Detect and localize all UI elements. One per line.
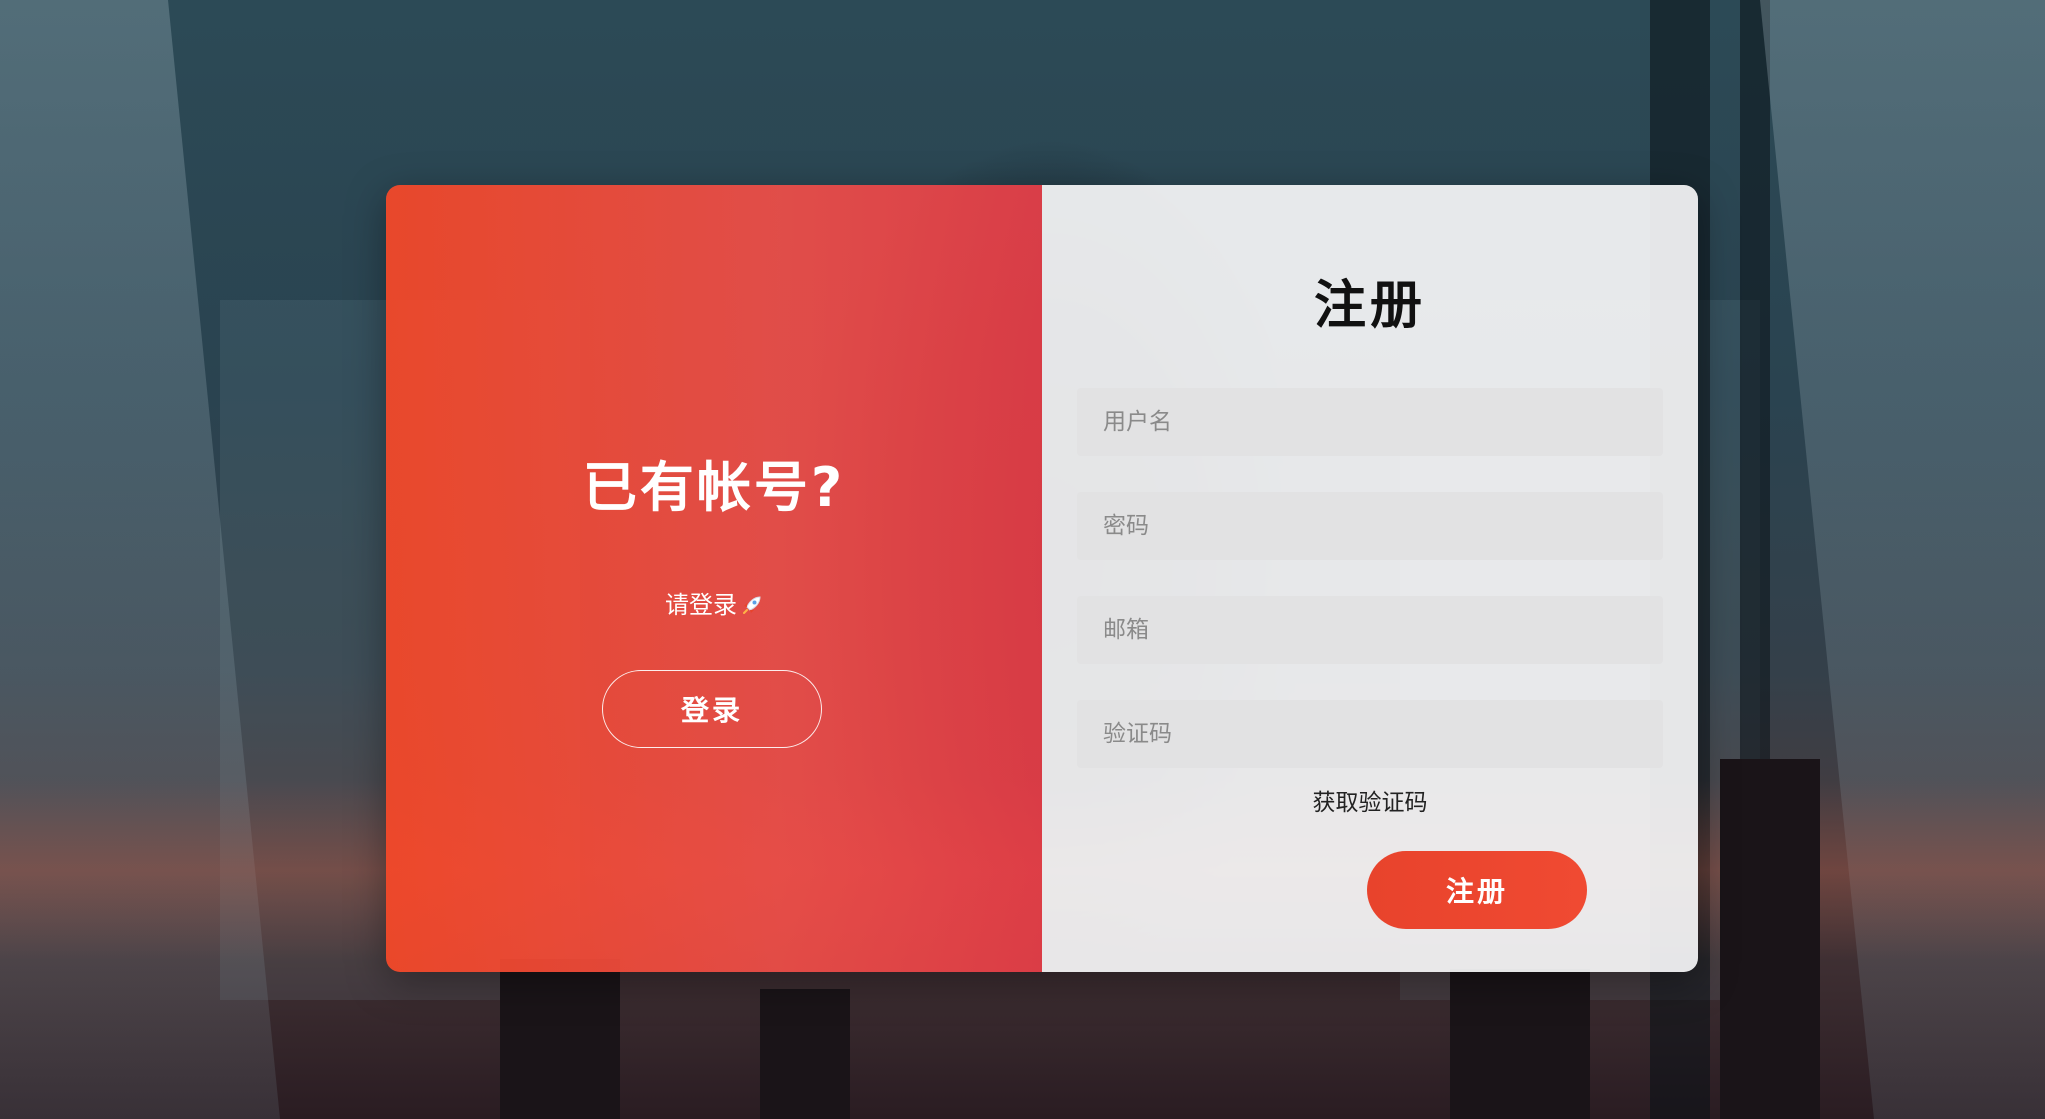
username-input[interactable] [1077,388,1663,456]
login-prompt-title: 已有帐号? [582,456,846,519]
background-city [760,989,850,1119]
login-prompt-subtitle: 请登录 [386,585,1042,620]
register-panel: 注册 获取验证码 注册 [1042,185,1698,972]
background-city [500,959,620,1119]
password-input[interactable] [1077,492,1663,560]
background-city [1720,759,1820,1119]
verification-code-input[interactable] [1077,700,1663,768]
register-submit-button[interactable]: 注册 [1367,851,1587,929]
get-verification-code-link[interactable]: 获取验证码 [1042,783,1698,817]
register-title: 注册 [1313,276,1426,336]
background-city [1450,969,1590,1119]
login-prompt-subtitle-text: 请登录 [665,591,737,619]
login-button[interactable]: 登录 [602,670,822,748]
login-prompt-panel: 已有帐号? 请登录 登录 [386,185,1042,972]
email-input[interactable] [1077,596,1663,664]
auth-card: 已有帐号? 请登录 登录 注册 获取验证码 注册 [386,185,1698,972]
rocket-icon [741,594,763,616]
